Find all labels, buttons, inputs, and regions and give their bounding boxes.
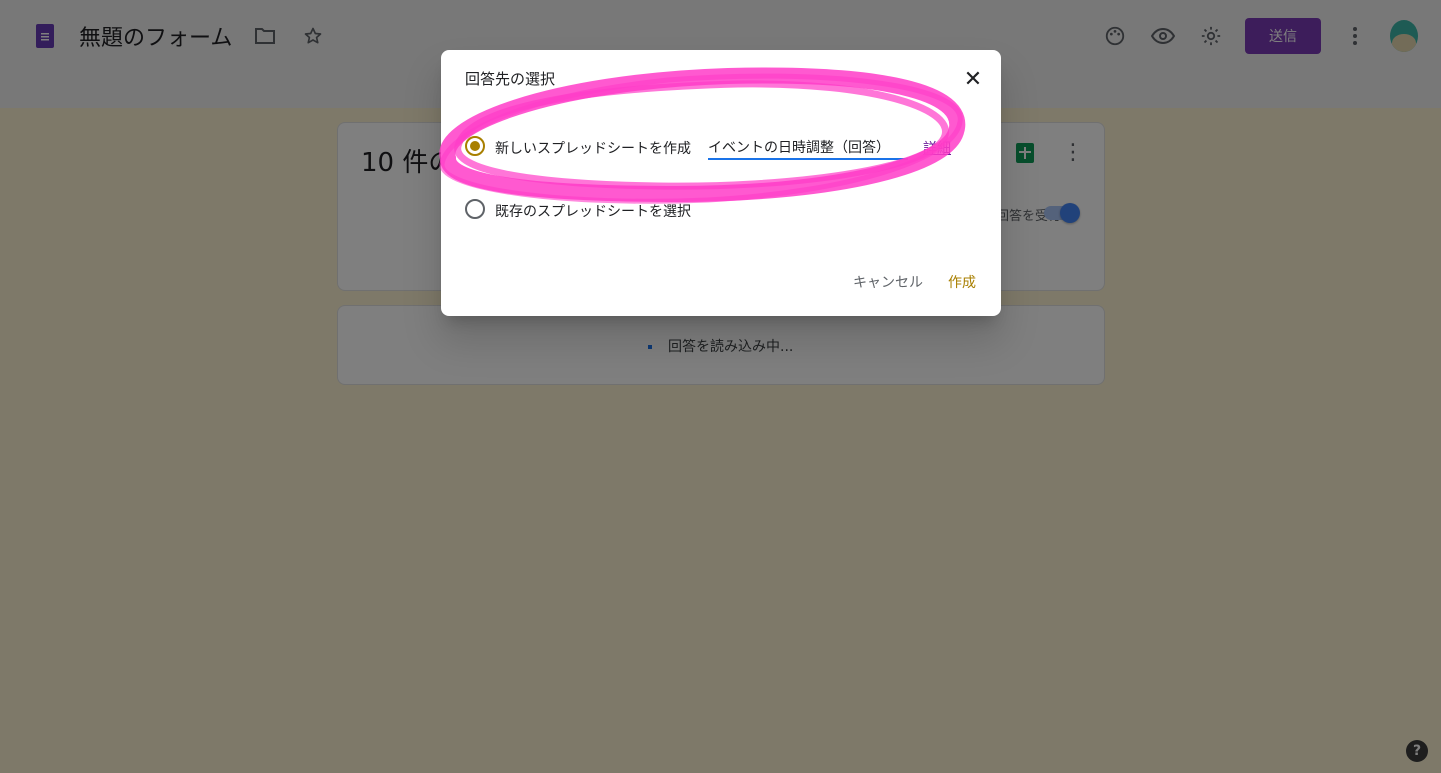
radio-existing-spreadsheet[interactable]: [465, 199, 485, 219]
option-new-spreadsheet-label[interactable]: 新しいスプレッドシートを作成: [495, 138, 691, 158]
dialog-title: 回答先の選択: [465, 70, 556, 88]
cancel-button[interactable]: キャンセル: [853, 272, 923, 292]
spreadsheet-name-input[interactable]: [708, 136, 908, 160]
response-destination-dialog: 回答先の選択 ✕ 新しいスプレッドシートを作成 詳細 既存のスプレッドシートを選…: [441, 50, 1001, 316]
details-link[interactable]: 詳細: [923, 138, 951, 158]
option-existing-spreadsheet-label[interactable]: 既存のスプレッドシートを選択: [495, 201, 691, 221]
create-button[interactable]: 作成: [948, 272, 976, 292]
close-icon[interactable]: ✕: [959, 66, 987, 94]
radio-new-spreadsheet[interactable]: [465, 136, 485, 156]
